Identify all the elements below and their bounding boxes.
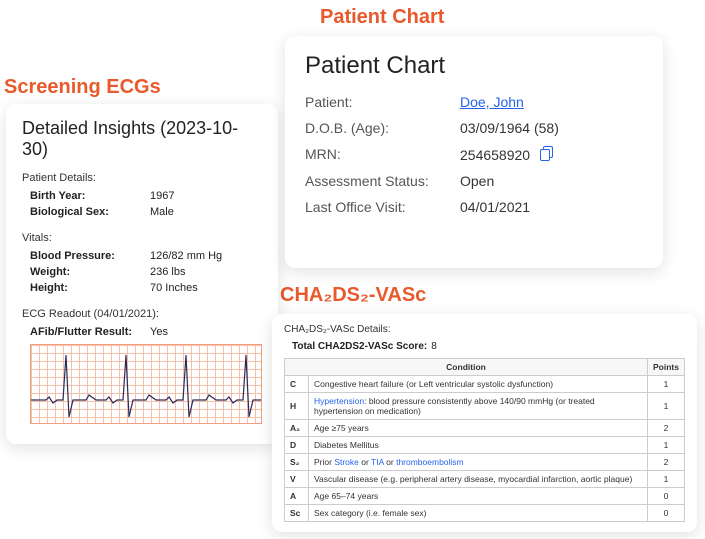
screening-ecgs-label: Screening ECGs <box>4 76 161 99</box>
stroke-link[interactable]: Stroke <box>334 457 359 467</box>
condition-header: Condition <box>285 359 648 376</box>
ecg-waveform <box>30 344 262 424</box>
birth-year-label: Birth Year: <box>30 190 150 202</box>
status-value: Open <box>460 173 494 189</box>
patient-link[interactable]: Doe, John <box>460 94 524 110</box>
table-row: DDiabetes Mellitus1 <box>285 437 685 454</box>
patient-label: Patient: <box>305 94 460 110</box>
patient-chart-label: Patient Chart <box>320 6 444 29</box>
table-row: AAge 65–74 years0 <box>285 488 685 505</box>
table-row: HHypertension: blood pressure consistent… <box>285 393 685 420</box>
chadsvasc-details-heading: CHA₂DS₂-VASc Details: <box>284 324 685 335</box>
bp-value: 126/82 mm Hg <box>150 250 222 262</box>
dob-label: D.O.B. (Age): <box>305 120 460 136</box>
sex-value: Male <box>150 206 174 218</box>
mrn-label: MRN: <box>305 146 460 163</box>
afib-value: Yes <box>150 326 168 338</box>
chadsvasc-table: Condition Points CCongestive heart failu… <box>284 358 685 522</box>
thromboembolism-link[interactable]: thromboembolism <box>396 457 464 467</box>
screening-ecg-card: Detailed Insights (2023-10-30) Patient D… <box>6 104 278 444</box>
bp-label: Blood Pressure: <box>30 250 150 262</box>
table-row: ScSex category (i.e. female sex)0 <box>285 505 685 522</box>
sex-label: Biological Sex: <box>30 206 150 218</box>
height-value: 70 Inches <box>150 282 198 294</box>
table-row: A₂Age ≥75 years2 <box>285 420 685 437</box>
patient-chart-card: Patient Chart Patient: Doe, John D.O.B. … <box>285 36 663 268</box>
vitals-heading: Vitals: <box>22 232 262 244</box>
visit-value: 04/01/2021 <box>460 199 530 215</box>
chadsvasc-card: CHA₂DS₂-VASc Details: Total CHA2DS2-VASc… <box>272 314 697 532</box>
visit-label: Last Office Visit: <box>305 199 460 215</box>
table-row: CCongestive heart failure (or Left ventr… <box>285 376 685 393</box>
chadsvasc-label: CHA₂DS₂-VASc <box>280 284 426 307</box>
patient-chart-title: Patient Chart <box>305 52 643 80</box>
copy-icon[interactable] <box>540 146 552 160</box>
chadsvasc-score: Total CHA2DS2-VASc Score:8 <box>284 341 685 352</box>
ecg-readout-heading: ECG Readout (04/01/2021): <box>22 308 262 320</box>
mrn-value: 254658920 <box>460 146 552 163</box>
weight-value: 236 lbs <box>150 266 185 278</box>
table-row: S₂Prior Stroke or TIA or thromboembolism… <box>285 454 685 471</box>
status-label: Assessment Status: <box>305 173 460 189</box>
dob-value: 03/09/1964 (58) <box>460 120 559 136</box>
afib-label: AFib/Flutter Result: <box>30 326 150 338</box>
insights-title: Detailed Insights (2023-10-30) <box>22 118 262 160</box>
hypertension-link[interactable]: Hypertension <box>314 396 364 406</box>
points-header: Points <box>648 359 685 376</box>
birth-year-value: 1967 <box>150 190 174 202</box>
height-label: Height: <box>30 282 150 294</box>
patient-details-heading: Patient Details: <box>22 172 262 184</box>
tia-link[interactable]: TIA <box>371 457 384 467</box>
weight-label: Weight: <box>30 266 150 278</box>
table-row: VVascular disease (e.g. peripheral arter… <box>285 471 685 488</box>
